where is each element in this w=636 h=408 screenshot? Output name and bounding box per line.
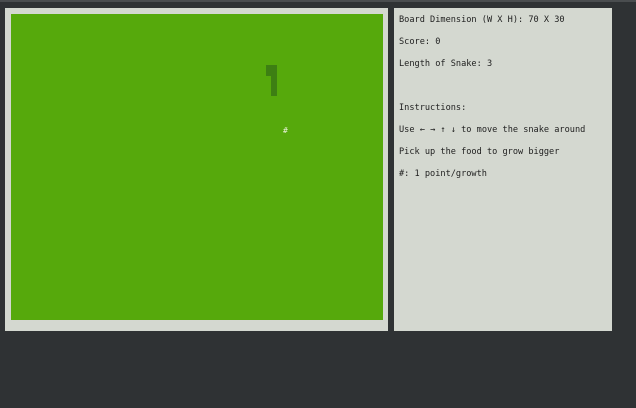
snake-length-text: Length of Snake: 3 — [399, 59, 493, 69]
game-window: # Board Dimension (W X H): 70 X 30 Score… — [0, 0, 636, 408]
info-panel: Board Dimension (W X H): 70 X 30 Score: … — [394, 8, 612, 331]
food-legend: #: 1 point/growth — [399, 169, 487, 179]
board-dimension-text: Board Dimension (W X H): 70 X 30 — [399, 15, 565, 25]
board-frame: # — [5, 8, 388, 331]
game-board[interactable]: # — [11, 14, 383, 320]
move-suffix: to move the snake around — [461, 125, 586, 135]
score-text: Score: 0 — [399, 37, 441, 47]
pickup-instruction: Pick up the food to grow bigger — [399, 147, 560, 157]
move-prefix: Use — [399, 125, 415, 135]
food-item: # — [283, 126, 288, 136]
instructions-heading: Instructions: — [399, 103, 467, 113]
snake-head-nub — [266, 65, 273, 76]
arrow-keys-icon: ← → ↑ ↓ — [419, 125, 456, 135]
move-instruction: Use ← → ↑ ↓ to move the snake around — [399, 124, 585, 136]
window-top-border — [0, 0, 636, 2]
snake-segment — [271, 85, 278, 97]
